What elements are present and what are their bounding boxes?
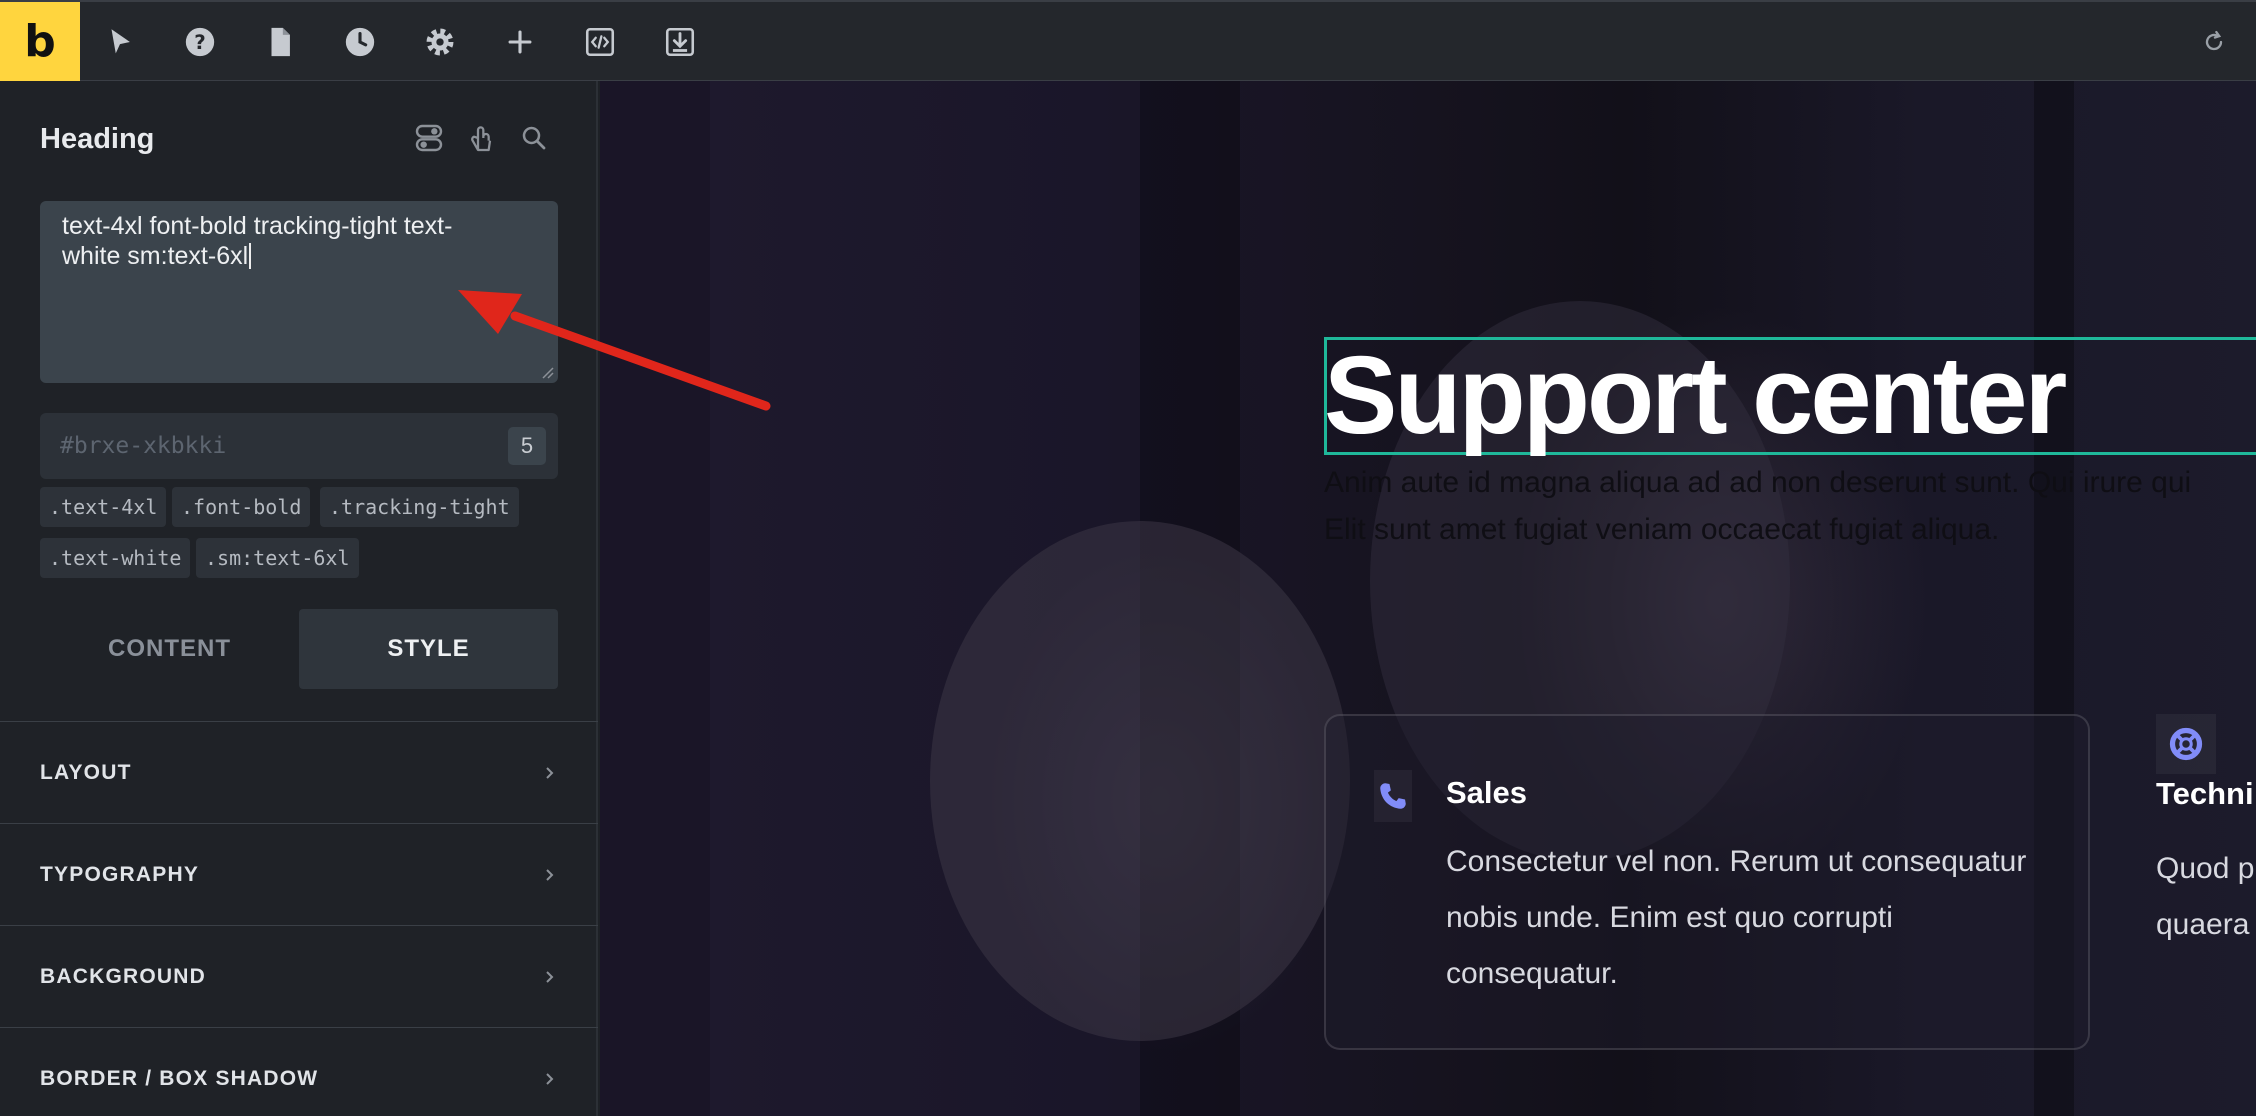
class-count-badge: 5 [508, 427, 546, 465]
hand-pointer-icon[interactable] [463, 119, 501, 157]
lead-paragraph[interactable]: Anim aute id magna aliqua ad ad non dese… [1324, 459, 2256, 553]
class-input-line-1: text-4xl font-bold tracking-tight text- [62, 212, 453, 240]
svg-text:?: ? [194, 31, 206, 54]
chevron-right-icon [546, 869, 554, 881]
text-caret [249, 243, 252, 269]
settings-icon[interactable] [416, 18, 464, 66]
card-body-line: Quod p [2156, 852, 2255, 885]
code-icon[interactable] [576, 18, 624, 66]
class-chip[interactable]: .font-bold [172, 487, 311, 527]
panel-title: Heading [40, 123, 155, 155]
chevron-right-icon [546, 767, 554, 779]
section-typography[interactable]: TYPOGRAPHY [0, 823, 598, 925]
class-chip[interactable]: .tracking-tight [320, 487, 519, 527]
background-photo-figure [930, 521, 1350, 1041]
element-panel: Heading text-4xl font-bold tracking-tigh… [0, 81, 598, 1116]
chevron-right-icon [546, 1073, 554, 1085]
page-icon[interactable] [256, 18, 304, 66]
top-toolbar: b ? [0, 0, 2256, 81]
panel-tabs: CONTENT STYLE [40, 609, 558, 689]
section-label: BORDER / BOX SHADOW [40, 1066, 319, 1090]
lead-line: Elit sunt amet fugiat veniam occaecat fu… [1324, 513, 2000, 546]
card-body: Quod p quaera [2156, 841, 2254, 953]
card-body: Consectetur vel non. Rerum ut consequatu… [1446, 845, 2027, 990]
class-chip[interactable]: .text-white [40, 538, 191, 578]
tab-style[interactable]: STYLE [299, 609, 558, 689]
export-icon[interactable] [656, 18, 704, 66]
section-label: TYPOGRAPHY [40, 862, 200, 886]
card-title: Sales [1446, 775, 1528, 810]
section-layout[interactable]: LAYOUT [0, 721, 598, 823]
section-label: LAYOUT [40, 760, 132, 784]
logo[interactable]: b [0, 2, 80, 81]
class-input-line-2: white sm:text-6xl [62, 241, 536, 271]
css-class-input[interactable]: text-4xl font-bold tracking-tight text- … [40, 201, 558, 383]
phone-icon [1374, 770, 1412, 822]
add-icon[interactable] [496, 18, 544, 66]
class-chip[interactable]: .sm:text-6xl [196, 538, 359, 578]
card-body-line: quaera [2156, 908, 2250, 941]
help-icon[interactable]: ? [176, 18, 224, 66]
page-heading[interactable]: Support center [1324, 337, 2067, 455]
element-id-field[interactable]: #brxe-xkbkki 5 [40, 413, 558, 479]
refresh-icon[interactable] [2190, 18, 2238, 66]
chevron-right-icon [546, 971, 554, 983]
pointer-icon[interactable] [96, 18, 144, 66]
class-chip[interactable]: .text-4xl [40, 487, 167, 527]
history-icon[interactable] [336, 18, 384, 66]
element-id-placeholder: #brxe-xkbkki [60, 433, 227, 459]
toggle-icon[interactable] [410, 119, 448, 157]
card-title: Techni [2156, 776, 2254, 811]
resize-grip-icon[interactable] [540, 365, 554, 379]
background-photo-shade [600, 81, 710, 1116]
tab-content[interactable]: CONTENT [40, 609, 299, 689]
sales-card[interactable]: Sales Consectetur vel non. Rerum ut cons… [1324, 714, 2090, 1050]
section-background[interactable]: BACKGROUND [0, 925, 598, 1027]
builder-canvas[interactable]: Support center Anim aute id magna aliqua… [600, 81, 2256, 1116]
lead-line: Anim aute id magna aliqua ad ad non dese… [1324, 466, 2192, 499]
section-label: BACKGROUND [40, 964, 206, 988]
search-icon[interactable] [515, 119, 553, 157]
lifebuoy-icon [2156, 714, 2216, 774]
class-input-text: white sm:text-6xl [62, 242, 249, 270]
section-border-box-shadow[interactable]: BORDER / BOX SHADOW [0, 1027, 598, 1116]
